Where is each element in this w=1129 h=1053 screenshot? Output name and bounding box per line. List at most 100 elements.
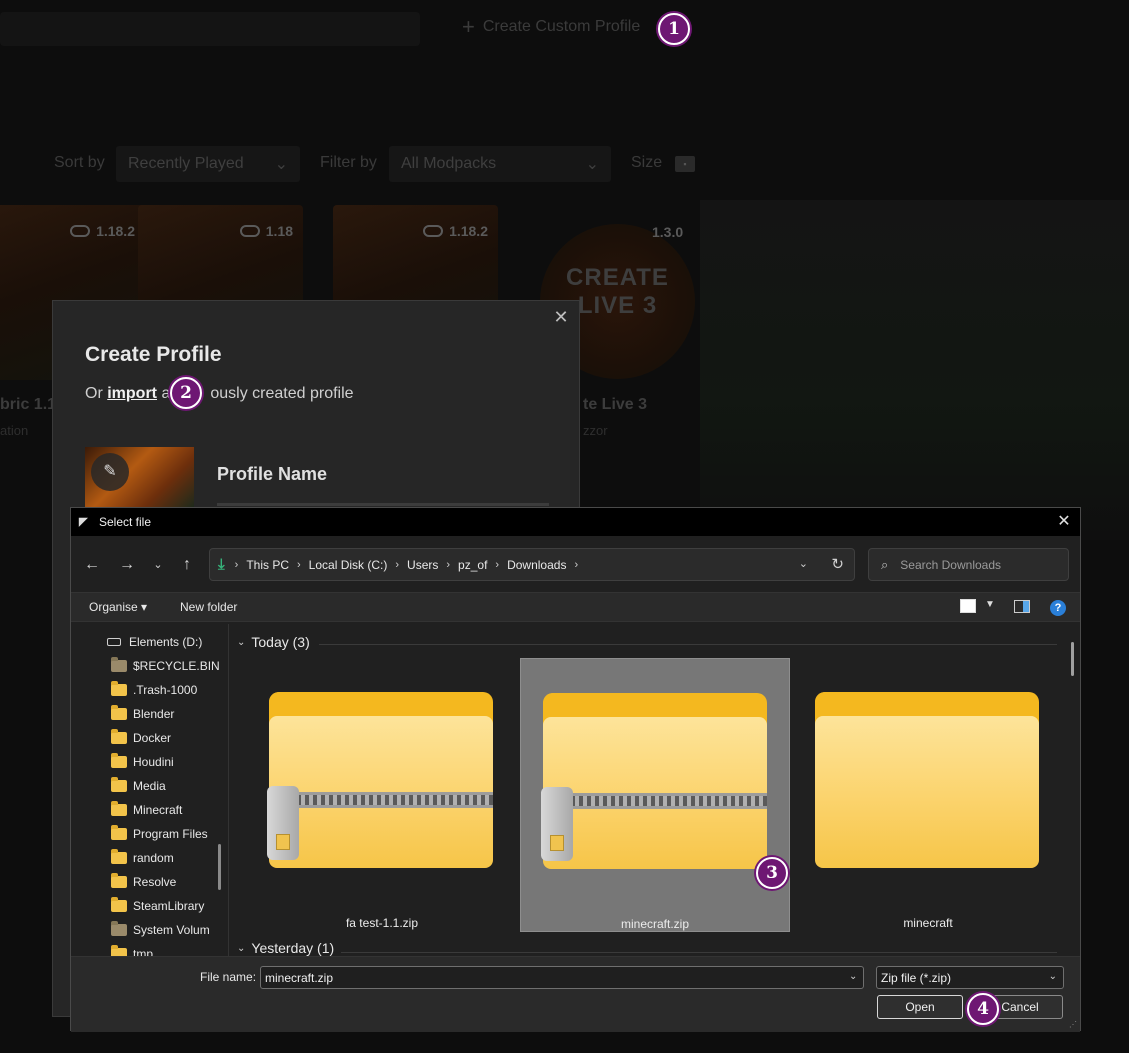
card-version: 1.3.0 [652,224,684,240]
sort-select[interactable]: Recently Played ⌄ [116,146,300,182]
help-icon[interactable]: ? [1050,600,1066,616]
download-icon: ⤓ [218,556,225,573]
tree-item-minecraft[interactable]: Minecraft [111,798,182,822]
back-arrow-icon[interactable]: ← [80,554,104,576]
breadcrumb-chevron-icon: › [446,558,451,571]
card-name: bric 1.1 [0,396,57,413]
vr-icon [239,225,260,237]
profile-name-label: Profile Name [217,464,328,484]
folder-icon [111,801,127,816]
size-label: Size [631,154,663,171]
background-search-bar [0,12,420,46]
file-item[interactable]: fa test-1.1.zip [247,658,517,932]
file-item-selected[interactable]: minecraft.zip [520,658,790,932]
pencil-icon[interactable]: ✎ [91,453,129,491]
breadcrumb-item[interactable]: Users [407,558,438,572]
file-list-scrollbar[interactable] [1071,642,1074,676]
dialog-title: Select file [99,515,152,529]
import-suffix-b: ously created profile [210,385,354,402]
organise-menu[interactable]: Organise ▾ [89,600,147,614]
tree-item-docker[interactable]: Docker [111,726,171,750]
tree-item-recycle-bin[interactable]: $RECYCLE.BIN [111,654,220,678]
folder-icon [111,753,127,768]
tree-item-tmp[interactable]: tmp [111,942,153,956]
dialog-toolbar: Organise ▾ New folder ▼ ? [71,592,1080,622]
tree-item-houdini[interactable]: Houdini [111,750,174,774]
file-name-input[interactable] [260,966,864,989]
card-author: zzor [583,423,608,438]
tree-item-resolve[interactable]: Resolve [111,870,176,894]
tree-item-elements-drive[interactable]: Elements (D:) [107,630,202,654]
address-bar[interactable]: ⤓ › This PC › Local Disk (C:) › Users › … [209,548,855,581]
card-version: 1.18 [265,223,293,239]
filter-select[interactable]: All Modpacks ⌄ [389,146,611,182]
chevron-down-icon: ⌄ [585,156,599,173]
card-version: 1.18.2 [449,223,488,239]
breadcrumb-item[interactable]: pz_of [458,558,487,572]
open-button[interactable]: Open [877,995,963,1019]
import-link[interactable]: import [107,385,157,402]
address-history-chevron-icon[interactable]: ⌄ [799,557,808,570]
chevron-down-icon: ⌄ [237,942,246,954]
tree-item-random[interactable]: random [111,846,174,870]
breadcrumb-item[interactable]: This PC [246,558,289,572]
card-name: te Live 3 [583,396,648,413]
navigation-tree: Elements (D:) $RECYCLE.BIN .Trash-1000 B… [71,624,225,956]
tree-item-program-files[interactable]: Program Files [111,822,208,846]
vr-icon [70,225,91,237]
new-folder-button[interactable]: New folder [180,600,237,614]
tree-item-steamlibrary[interactable]: SteamLibrary [111,894,204,918]
chevron-down-icon: ⌄ [237,636,246,648]
card-version: 1.18.2 [96,223,135,239]
tree-scrollbar[interactable] [218,844,221,890]
file-type-select[interactable]: Zip file (*.zip) ⌄ [876,966,1064,989]
tree-item-system-volume[interactable]: System Volum [111,918,210,942]
chevron-down-icon[interactable]: ⌄ [849,971,857,982]
up-arrow-icon[interactable]: ↑ [175,554,199,576]
breadcrumb-item[interactable]: Local Disk (C:) [309,558,388,572]
close-icon[interactable]: ✕ [1054,512,1074,532]
create-custom-profile-button[interactable]: + Create Custom Profile [462,16,640,38]
vr-icon [423,225,444,237]
filter-value: All Modpacks [401,155,497,172]
preview-pane-icon[interactable] [1014,600,1030,613]
resize-grip-icon[interactable]: ⋰ [1069,1020,1077,1029]
tree-item-blender[interactable]: Blender [111,702,174,726]
folder-icon [111,729,127,744]
recent-locations-chevron-icon[interactable]: ⌄ [146,554,170,576]
profile-name-input[interactable] [217,503,549,506]
app-logo-icon: ◤ [79,516,88,528]
tree-item-trash[interactable]: .Trash-1000 [111,678,197,702]
step-badge-2: 2 [170,377,202,409]
select-file-dialog: ◤ Select file ✕ ← → ⌄ ↑ ⤓ › This PC › Lo… [70,507,1081,1032]
breadcrumb-chevron-icon: › [395,558,400,571]
chevron-down-icon: ⌄ [274,156,288,173]
file-name-label: File name: [200,970,257,984]
background-art [700,200,1129,540]
forward-arrow-icon[interactable]: → [115,554,139,576]
refresh-icon[interactable]: ↻ [831,555,844,573]
folder-icon [111,777,127,792]
folder-icon [111,705,127,720]
breadcrumb-chevron-icon: › [234,558,239,571]
tree-item-media[interactable]: Media [111,774,166,798]
file-name: fa test-1.1.zip [345,916,419,930]
view-mode-chevron-icon[interactable]: ▼ [985,599,995,610]
folder-icon [111,681,127,696]
dialog-footer: File name: ⌄ Zip file (*.zip) ⌄ Open Can… [71,956,1080,1032]
profile-avatar[interactable]: ✎ [85,447,194,509]
folder-icon [111,873,127,888]
breadcrumb-item[interactable]: Downloads [507,558,566,572]
card-subtitle: ation [0,423,29,438]
close-icon[interactable]: ✕ [551,307,571,327]
size-toggle-icon[interactable]: ▪ [675,156,695,172]
search-input[interactable]: ⌕ Search Downloads [868,548,1069,581]
group-header-today[interactable]: ⌄ Today (3) [237,634,310,650]
file-item[interactable]: minecraft [793,658,1063,932]
folder-icon [111,849,127,864]
view-mode-icon[interactable] [960,599,976,613]
file-list: ⌄ Today (3) fa test-1.1.zip minecraft.zip… [229,624,1079,956]
group-header-yesterday[interactable]: ⌄ Yesterday (1) [237,940,334,956]
breadcrumb-chevron-icon: › [574,558,579,571]
breadcrumb-chevron-icon: › [495,558,500,571]
